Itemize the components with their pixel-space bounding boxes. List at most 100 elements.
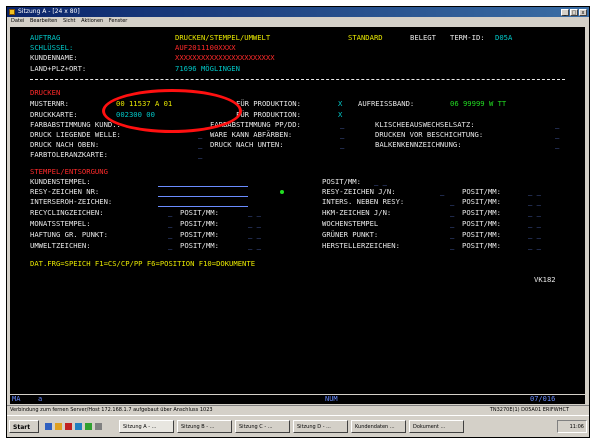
terminal-screen[interactable]: AUFTRAG DRUCKEN/STEMPEL/UMWELT STANDARD … — [10, 27, 585, 394]
land-value[interactable]: 71696 MÖGLINGEN — [175, 64, 240, 74]
task-sitzung-a[interactable]: Sitzung A - ... — [119, 420, 174, 433]
recycling-label: RECYCLINGZEICHEN: — [30, 208, 104, 217]
posit-mm-field-resy[interactable]: _ _ — [528, 187, 541, 197]
posit-mm-label-wochen: POSIT/MM: — [462, 219, 501, 228]
ware-kann-field[interactable]: _ — [340, 130, 344, 140]
fuer-produktion-value-1[interactable]: X — [338, 99, 342, 109]
druck-liegende-welle-field[interactable]: _ — [198, 130, 202, 140]
quicklaunch-icon-3[interactable] — [75, 423, 82, 430]
stempel-section-label: STEMPEL/ENTSORGUNG — [30, 167, 108, 176]
resy-jn-label: RESY-ZEICHEN J/N: — [322, 187, 396, 196]
monats-label: MONATSSTEMPEL: — [30, 219, 91, 228]
task-dokument[interactable]: Dokument ... — [409, 420, 464, 433]
minimize-button[interactable]: _ — [561, 9, 569, 16]
menu-fenster[interactable]: Fenster — [109, 18, 128, 24]
balken-field[interactable]: _ — [555, 140, 559, 150]
kundenname-value[interactable]: XXXXXXXXXXXXXXXXXXXXXXX — [175, 53, 275, 63]
system-tray-clock[interactable]: 11:06 — [557, 420, 587, 433]
operator-info-area: MA a NUM 07/016 — [10, 395, 585, 404]
task-sitzung-d[interactable]: Sitzung D - ... — [293, 420, 348, 433]
farbabstimmung-ppdd-field[interactable]: _ — [340, 120, 344, 130]
druck-liegende-welle-label: DRUCK LIEGENDE WELLE: — [30, 130, 121, 139]
kundenstempel-field[interactable] — [158, 186, 248, 187]
posit-mm-field-gruener[interactable]: _ _ — [528, 230, 541, 240]
posit-mm-field-kundenstempel[interactable]: _ _ — [374, 177, 387, 187]
task-kundendaten[interactable]: Kundendaten ... — [351, 420, 406, 433]
wochen-field[interactable]: _ — [450, 219, 454, 229]
cursor-dot — [280, 190, 284, 194]
quicklaunch-icon-4[interactable] — [85, 423, 92, 430]
screen-title: DRUCKEN/STEMPEL/UMWELT — [175, 33, 271, 42]
posit-mm-field-wochen[interactable]: _ _ — [528, 219, 541, 229]
start-button[interactable]: Start — [9, 420, 39, 433]
posit-mm-field-umwelt[interactable]: _ _ — [248, 241, 261, 251]
quicklaunch-icon-2[interactable] — [65, 423, 72, 430]
status-bar: Verbindung zum fernen Server/Host 172.16… — [7, 405, 589, 415]
resy-jn-field[interactable]: _ — [440, 187, 444, 197]
posit-mm-field-hkm[interactable]: _ _ — [528, 208, 541, 218]
maximize-button[interactable]: □ — [570, 9, 578, 16]
posit-mm-field-hersteller[interactable]: _ _ — [528, 241, 541, 251]
haftung-field[interactable]: _ — [168, 230, 172, 240]
interseroh-label: INTERSEROH-ZEICHEN: — [30, 197, 113, 206]
posit-mm-label-inters: POSIT/MM: — [462, 197, 501, 206]
close-button[interactable]: x — [579, 9, 587, 16]
drucken-section-label: DRUCKEN — [30, 88, 61, 97]
gruener-label: GRÜNER PUNKT: — [322, 230, 379, 239]
oia-num: NUM — [325, 395, 338, 403]
title-bar[interactable]: Sitzung A - [24 x 80] _ □ x — [7, 7, 589, 17]
recycling-field[interactable]: _ — [168, 208, 172, 218]
monats-field[interactable]: _ — [168, 219, 172, 229]
klischee-field[interactable]: _ — [555, 120, 559, 130]
hersteller-field[interactable]: _ — [450, 241, 454, 251]
menu-bearbeiten[interactable]: Bearbeiten — [30, 18, 57, 24]
window-title: Sitzung A - [24 x 80] — [18, 8, 80, 15]
resy-nr-field[interactable] — [158, 196, 248, 197]
oia-session: a — [38, 395, 43, 403]
oia-cursor-position: 07/016 — [530, 395, 556, 403]
menu-sicht[interactable]: Sicht — [63, 18, 75, 24]
inters-neben-label: INTERS. NEBEN RESY: — [322, 197, 405, 206]
druck-oben-label: DRUCK NACH OBEN: — [30, 140, 100, 149]
aufreissband-value[interactable]: 06 99999 W TT — [450, 99, 506, 109]
schluessel-value[interactable]: AUF2011100XXXX — [175, 43, 236, 53]
druckkarte-label: DRUCKKARTE: — [30, 110, 78, 119]
posit-mm-label-recycling: POSIT/MM: — [180, 208, 219, 217]
druck-oben-field[interactable]: _ — [198, 140, 202, 150]
termid-label: TERM-ID: — [450, 33, 485, 42]
task-sitzung-b[interactable]: Sitzung B - ... — [177, 420, 232, 433]
quicklaunch-icon-1[interactable] — [55, 423, 62, 430]
gruener-field[interactable]: _ — [450, 230, 454, 240]
task-sitzung-c[interactable]: Sitzung C - ... — [235, 420, 290, 433]
quicklaunch-icon-5[interactable] — [95, 423, 102, 430]
land-label: LAND+PLZ+ORT: — [30, 64, 87, 73]
oia-ma: MA — [12, 395, 21, 403]
umwelt-field[interactable]: _ — [168, 241, 172, 251]
menu-datei[interactable]: Datei — [11, 18, 24, 24]
menu-bar: Datei Bearbeiten Sicht Aktionen Fenster — [7, 17, 589, 26]
desktop-icon[interactable] — [45, 423, 52, 430]
taskbar: Start Sitzung A - ... Sitzung B - ... Si… — [7, 415, 589, 437]
hkm-field[interactable]: _ — [450, 208, 454, 218]
interseroh-field[interactable] — [158, 206, 248, 207]
highlight-circle — [102, 89, 242, 133]
balken-label: BALKENKENNZEICHNUNG: — [375, 140, 462, 149]
termid-value: D05A — [495, 33, 513, 42]
header-separator — [30, 79, 565, 80]
drucken-vor-field[interactable]: _ — [555, 130, 559, 140]
posit-mm-field-inters[interactable]: _ _ — [528, 197, 541, 207]
druck-unten-field[interactable]: _ — [340, 140, 344, 150]
resy-nr-label: RESY-ZEICHEN NR: — [30, 187, 100, 196]
umwelt-label: UMWELTZEICHEN: — [30, 241, 91, 250]
posit-mm-label-gruener: POSIT/MM: — [462, 230, 501, 239]
posit-mm-label-umwelt: POSIT/MM: — [180, 241, 219, 250]
belegt-label: BELEGT — [410, 33, 436, 42]
inters-neben-field[interactable]: _ — [450, 197, 454, 207]
kundenname-label: KUNDENNAME: — [30, 53, 78, 62]
posit-mm-field-recycling[interactable]: _ _ — [248, 208, 261, 218]
fuer-produktion-value-2[interactable]: X — [338, 110, 342, 120]
menu-aktionen[interactable]: Aktionen — [81, 18, 103, 24]
posit-mm-field-monats[interactable]: _ _ — [248, 219, 261, 229]
farbtoleranz-field[interactable]: _ — [198, 150, 202, 160]
posit-mm-field-haftung[interactable]: _ _ — [248, 230, 261, 240]
